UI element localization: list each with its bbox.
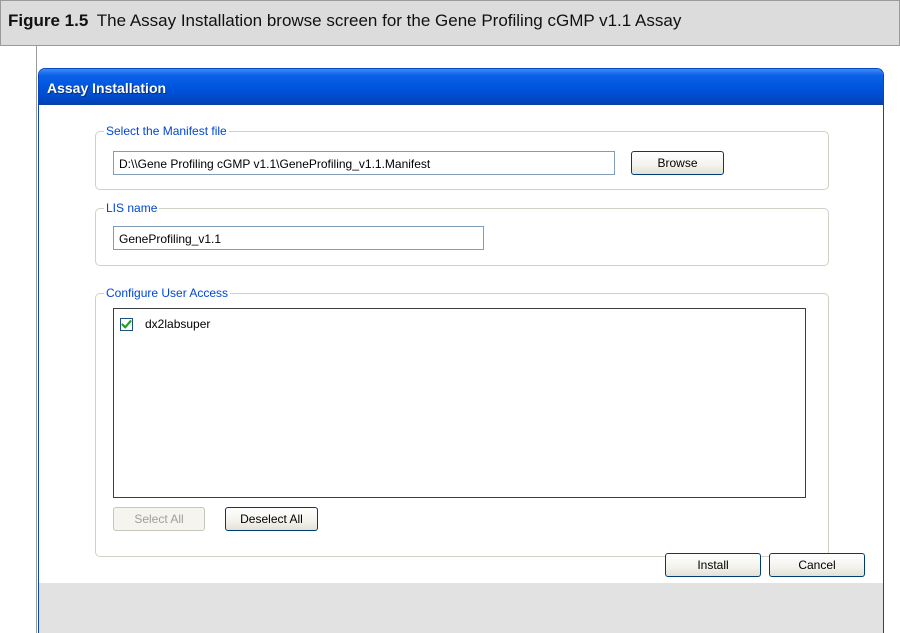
status-bar	[39, 583, 883, 633]
list-item-user[interactable]: dx2labsuper	[120, 317, 210, 331]
cancel-button[interactable]: Cancel	[769, 553, 865, 577]
window-title: Assay Installation	[47, 80, 167, 96]
manifest-groupbox: Select the Manifest file D:\\Gene Profil…	[95, 124, 829, 190]
manifest-group-legend: Select the Manifest file	[104, 124, 229, 138]
lis-name-input[interactable]: GeneProfiling_v1.1	[113, 226, 484, 250]
lis-group-legend: LIS name	[104, 201, 160, 215]
assay-installation-window: Assay Installation Select the Manifest f…	[38, 68, 884, 633]
user-checkbox[interactable]	[120, 317, 133, 331]
manifest-path-input[interactable]: D:\\Gene Profiling cGMP v1.1\GeneProfili…	[113, 151, 615, 175]
user-access-groupbox: Configure User Access dx2labsuper Select…	[95, 286, 829, 557]
window-titlebar[interactable]: Assay Installation	[39, 69, 883, 105]
install-button[interactable]: Install	[665, 553, 761, 577]
frame-border	[36, 46, 37, 633]
lis-name-groupbox: LIS name GeneProfiling_v1.1	[95, 201, 829, 266]
deselect-all-button[interactable]: Deselect All	[225, 507, 318, 531]
user-access-list[interactable]: dx2labsuper	[113, 308, 806, 498]
select-all-button[interactable]: Select All	[113, 507, 205, 531]
figure-caption: Figure 1.5 The Assay Installation browse…	[0, 0, 900, 46]
user-access-group-legend: Configure User Access	[104, 286, 231, 300]
figure-caption-text: The Assay Installation browse screen for…	[96, 11, 682, 30]
checkmark-icon	[121, 319, 132, 328]
browse-button[interactable]: Browse	[631, 151, 724, 175]
user-name-label: dx2labsuper	[145, 317, 211, 331]
figure-label: Figure 1.5	[8, 11, 89, 30]
window-client-area: Select the Manifest file D:\\Gene Profil…	[39, 105, 883, 583]
